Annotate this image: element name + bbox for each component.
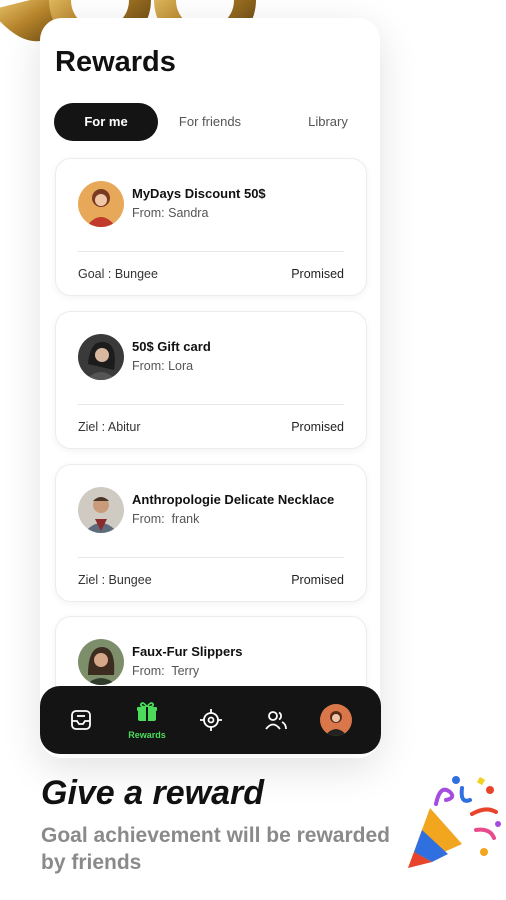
reward-title: Anthropologie Delicate Necklace [132,492,335,507]
reward-status: Promised [291,267,344,281]
reward-goal: Ziel : Abitur [78,420,141,434]
avatar-sandra [78,181,124,227]
divider [78,251,344,252]
page-title: Rewards [55,46,176,78]
nav-goals[interactable] [186,686,236,754]
reward-title: MyDays Discount 50$ [132,186,266,201]
reward-status: Promised [291,573,344,587]
nav-rewards[interactable]: Rewards [122,686,172,754]
party-popper-icon [400,770,505,880]
reward-from: From: Sandra [132,206,209,220]
friends-icon [265,711,287,730]
reward-goal: Goal : Bungee [78,267,158,281]
nav-rewards-label: Rewards [128,730,166,740]
promo-headline: Give a reward [41,774,265,812]
nav-friends[interactable] [251,686,301,754]
target-icon [200,709,222,731]
reward-card[interactable]: MyDays Discount 50$ From: Sandra Goal : … [55,158,367,296]
gift-icon [137,702,157,721]
inbox-icon [71,710,91,730]
divider [78,557,344,558]
tab-bar: For me For friends Library [54,103,369,141]
reward-title: 50$ Gift card [132,339,211,354]
reward-status: Promised [291,420,344,434]
phone-screen: Rewards For me For friends Library MyDay… [40,18,380,758]
tab-for-friends[interactable]: For friends [166,103,254,141]
avatar-lora [78,334,124,380]
reward-from: From: Terry [132,664,200,678]
reward-title: Faux-Fur Slippers [132,644,243,659]
bottom-nav: Rewards [40,686,381,754]
promo-subline: Goal achievement will be rewarded by fri… [41,824,390,874]
tab-library[interactable]: Library [286,103,370,141]
reward-goal: Ziel : Bungee [78,573,152,587]
tab-for-me[interactable]: For me [54,103,158,141]
reward-from: From: frank [132,512,200,526]
reward-card[interactable]: Anthropologie Delicate Necklace From: fr… [55,464,367,602]
reward-from: From: Lora [132,359,194,373]
divider [78,404,344,405]
nav-inbox[interactable] [56,686,106,754]
profile-avatar[interactable] [320,704,352,736]
avatar-frank [78,487,124,533]
avatar-terry [78,639,124,685]
reward-card[interactable]: 50$ Gift card From: Lora Ziel : Abitur P… [55,311,367,449]
